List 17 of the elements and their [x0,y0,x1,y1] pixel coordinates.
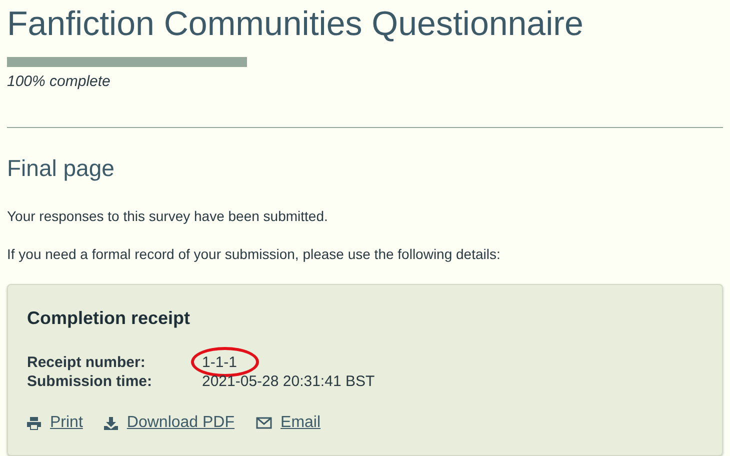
body-text: Your responses to this survey have been submitted. [7,207,329,226]
circle-annotation [191,347,259,377]
section-title: Final page [7,154,116,183]
receipt-title: Completion receipt [27,307,192,330]
field-value: 2021-05-28 20:31:41 BST [202,373,375,390]
field-label: Receipt number: [27,354,146,372]
body-text: If you need a formal record of your submission, please use the following details: [7,245,502,264]
page-title: Fanfiction Communities Questionnaire [7,4,584,45]
download-link[interactable]: Download PDF [104,411,235,435]
email-link[interactable]: Email [256,411,321,435]
field-value: 1-1-1 [202,354,238,371]
print-link[interactable]: Print [27,411,83,435]
field-label: Submission time: [27,373,154,391]
progress-label: 100% complete [7,72,112,92]
printer-icon [27,416,41,430]
download-icon [104,416,118,430]
envelope-icon [256,417,272,429]
